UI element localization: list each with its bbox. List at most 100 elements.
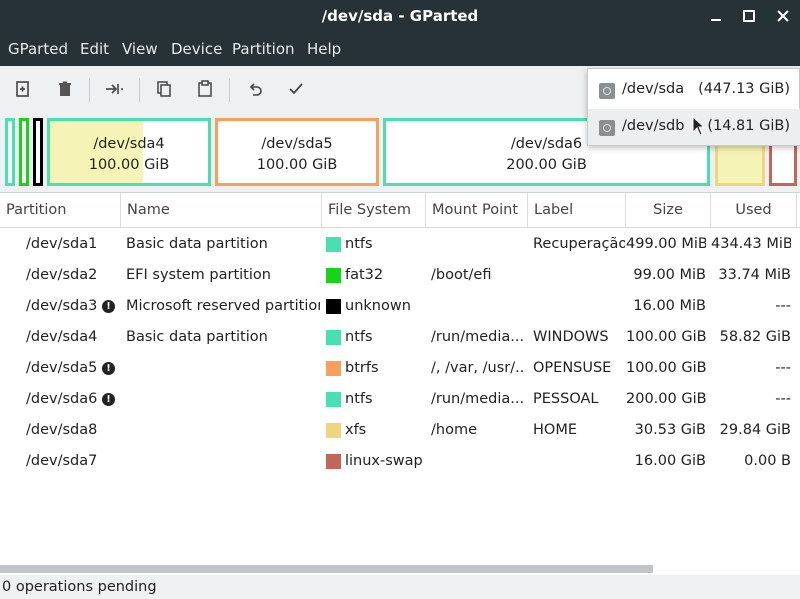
apply-button[interactable] xyxy=(285,78,307,100)
close-icon xyxy=(777,10,789,22)
undo-button[interactable] xyxy=(244,78,266,100)
toolbar-separator xyxy=(89,78,90,102)
cell-partition: /dev/sda4 xyxy=(26,329,98,345)
cell-label: WINDOWS xyxy=(533,329,609,345)
cell-partition: /dev/sda2 xyxy=(26,267,98,283)
delete-icon xyxy=(59,81,71,96)
table-row[interactable]: /dev/sda8 xfs /home HOME 30.53 GiB 29.84… xyxy=(0,415,800,446)
cell-partition: /dev/sda7 xyxy=(26,453,98,469)
table-header: Partition Name File System Mount Point L… xyxy=(0,193,800,228)
cell-name: Microsoft reserved partition xyxy=(126,298,320,314)
fs-color-swatch xyxy=(326,299,341,314)
cell-file-system: xfs xyxy=(345,422,367,438)
paste-button[interactable] xyxy=(194,78,216,100)
menu-help[interactable]: Help xyxy=(307,40,341,58)
fs-color-swatch xyxy=(326,423,341,438)
cell-size: 499.00 MiB xyxy=(626,236,706,252)
disk-map-sda3[interactable] xyxy=(33,118,43,186)
cell-file-system: ntfs xyxy=(345,329,373,345)
hard-disk-icon xyxy=(599,120,615,136)
device-size: (447.13 GiB) xyxy=(698,81,790,97)
cell-mount-point: /run/media... xyxy=(431,391,525,407)
copy-button[interactable] xyxy=(153,78,175,100)
menu-view[interactable]: View xyxy=(122,40,158,58)
maximize-button[interactable] xyxy=(738,5,760,27)
mouse-pointer-icon xyxy=(692,116,706,136)
table-row[interactable]: /dev/sda2 EFI system partition fat32 /bo… xyxy=(0,260,800,291)
table-row[interactable]: /dev/sda7 linux-swap 16.00 GiB 0.00 B xyxy=(0,446,800,477)
device-name: /dev/sda xyxy=(622,81,685,97)
apply-icon xyxy=(289,83,303,95)
cell-partition: /dev/sda5 xyxy=(26,360,98,376)
cell-partition: /dev/sda1 xyxy=(26,236,98,252)
cell-file-system: ntfs xyxy=(345,236,373,252)
delete-partition-button[interactable] xyxy=(54,78,76,100)
cell-name xyxy=(126,415,320,446)
fs-color-swatch xyxy=(326,237,341,252)
column-partition[interactable]: Partition xyxy=(0,193,121,228)
cell-name: Basic data partition xyxy=(126,329,268,345)
cell-mount-point: /home xyxy=(431,422,477,438)
cell-mount-point: /run/media... xyxy=(431,329,525,345)
cell-label: Recuperação xyxy=(533,236,625,252)
minimize-button[interactable] xyxy=(705,5,727,27)
column-used[interactable]: Used xyxy=(711,193,797,228)
cell-used: 29.84 GiB xyxy=(719,422,791,438)
cell-partition: /dev/sda8 xyxy=(26,422,98,438)
cell-used: 58.82 GiB xyxy=(719,329,791,345)
toolbar-separator xyxy=(229,78,230,102)
cell-mount-point: /, /var, /usr/... xyxy=(431,360,525,376)
menu-bar: GParted Edit View Device Partition Help xyxy=(0,33,800,66)
disk-map-sda2[interactable] xyxy=(19,118,29,186)
column-name[interactable]: Name xyxy=(121,193,322,228)
cell-name: EFI system partition xyxy=(126,267,271,283)
menu-device[interactable]: Device xyxy=(171,40,222,58)
close-button[interactable] xyxy=(772,5,794,27)
table-row[interactable]: /dev/sda4 Basic data partition ntfs /run… xyxy=(0,322,800,353)
cell-label xyxy=(533,291,625,322)
cell-file-system: ntfs xyxy=(345,391,373,407)
table-row[interactable]: /dev/sda6 ! ntfs /run/media... PESSOAL 2… xyxy=(0,384,800,415)
disk-map-sda5[interactable]: /dev/sda5 100.00 GiB xyxy=(215,118,379,186)
cell-size: 200.00 GiB xyxy=(626,391,706,407)
new-partition-button[interactable] xyxy=(12,78,34,100)
cell-used: 434.43 MiB xyxy=(711,236,791,252)
fs-color-swatch xyxy=(326,392,341,407)
cell-name xyxy=(126,353,320,384)
disk-map-sda1[interactable] xyxy=(5,118,15,186)
menu-partition[interactable]: Partition xyxy=(232,40,295,58)
disk-map-sda4[interactable]: /dev/sda4 100.00 GiB xyxy=(47,118,211,186)
device-name: /dev/sdb xyxy=(622,118,685,134)
column-file-system[interactable]: File System xyxy=(322,193,426,228)
cell-name xyxy=(126,384,320,415)
cell-mount-point: /boot/efi xyxy=(431,267,492,283)
undo-icon xyxy=(249,83,262,96)
column-mount-point[interactable]: Mount Point xyxy=(426,193,528,228)
horizontal-scrollbar[interactable] xyxy=(0,565,653,573)
device-item-sda[interactable]: /dev/sda (447.13 GiB) xyxy=(588,72,800,108)
cell-label xyxy=(533,446,625,477)
table-row[interactable]: /dev/sda5 ! btrfs /, /var, /usr/... OPEN… xyxy=(0,353,800,384)
column-size[interactable]: Size xyxy=(626,193,711,228)
resize-move-button[interactable] xyxy=(103,78,125,100)
cell-partition: /dev/sda3 xyxy=(26,298,98,314)
cell-size: 100.00 GiB xyxy=(626,329,706,345)
partition-size: 200.00 GiB xyxy=(506,157,587,173)
table-row[interactable]: /dev/sda3 ! Microsoft reserved partition… xyxy=(0,291,800,322)
cell-used: 0.00 B xyxy=(744,453,791,469)
paste-icon xyxy=(198,80,212,97)
partition-size: 100.00 GiB xyxy=(256,157,338,173)
menu-gparted[interactable]: GParted xyxy=(8,40,68,58)
cell-partition: /dev/sda6 xyxy=(26,391,98,407)
cell-name xyxy=(126,446,320,477)
copy-icon xyxy=(157,81,171,97)
device-size: (14.81 GiB) xyxy=(707,118,790,134)
warning-icon: ! xyxy=(102,300,115,313)
partition-table: Partition Name File System Mount Point L… xyxy=(0,192,800,575)
cell-used: --- xyxy=(775,360,791,376)
fs-color-swatch xyxy=(326,268,341,283)
menu-edit[interactable]: Edit xyxy=(80,40,109,58)
column-label[interactable]: Label xyxy=(528,193,626,228)
cell-label xyxy=(533,260,625,291)
table-row[interactable]: /dev/sda1 Basic data partition ntfs Recu… xyxy=(0,229,800,260)
